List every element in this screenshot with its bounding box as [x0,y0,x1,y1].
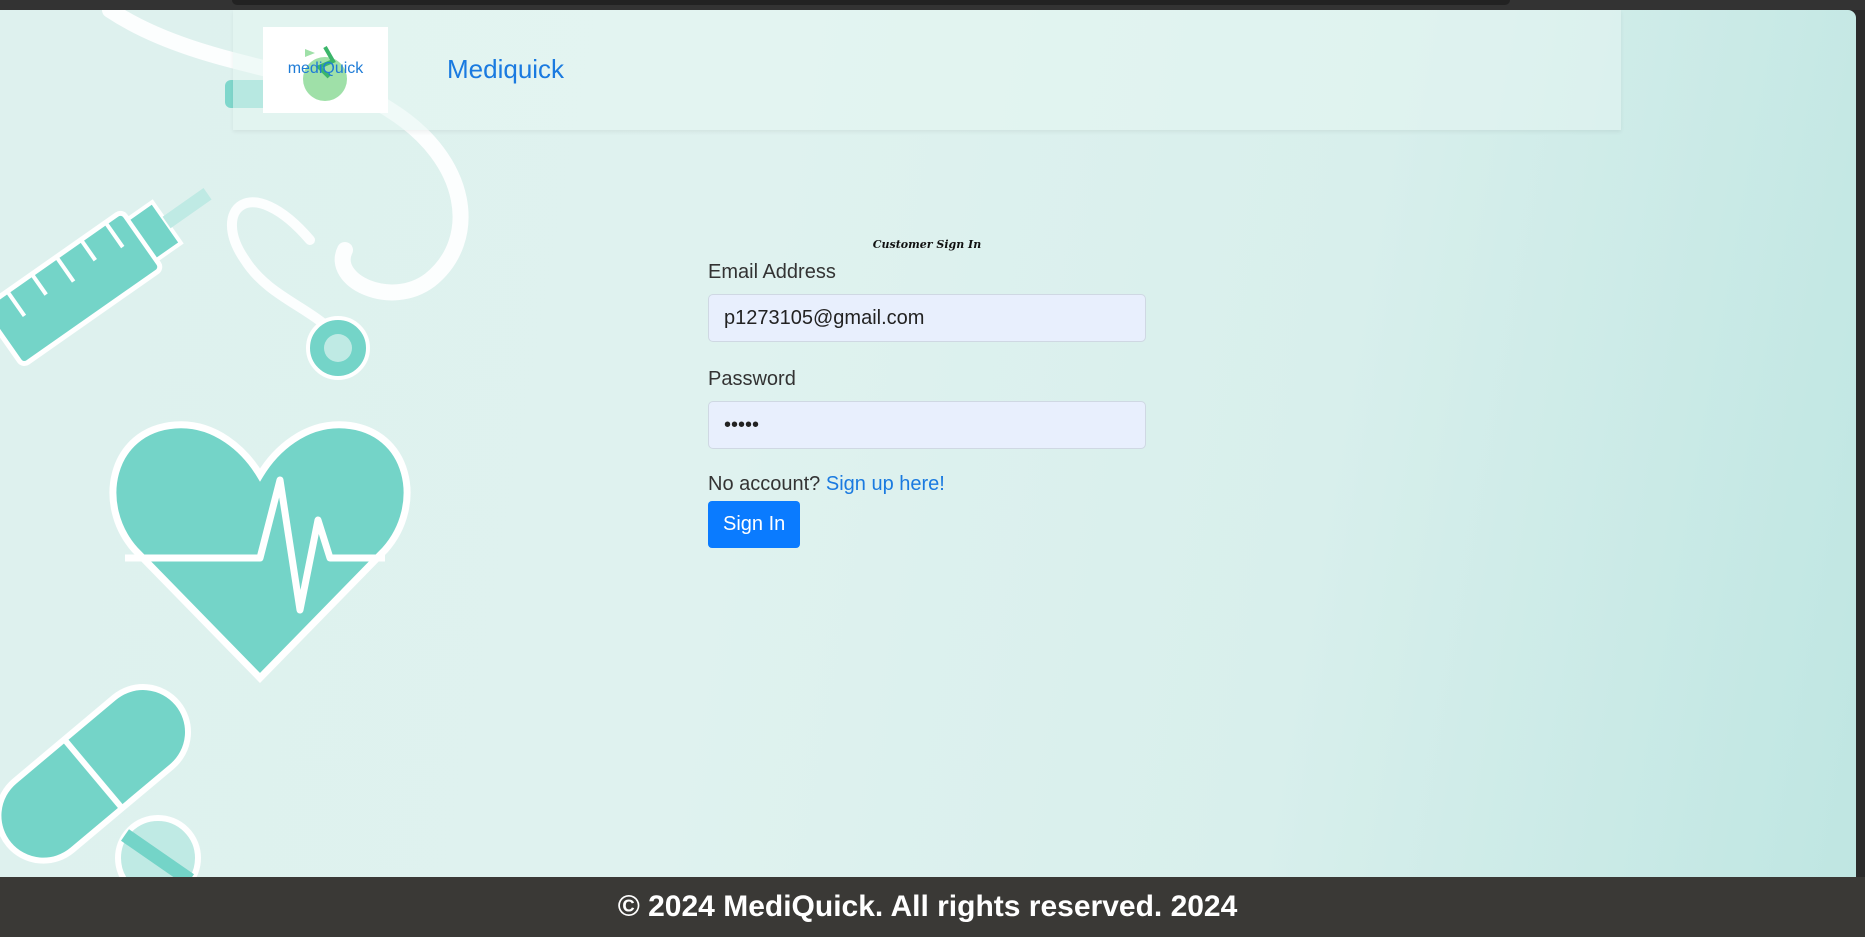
signup-prompt-line: No account? Sign up here! [708,473,1146,496]
logo-text: mediQuick [287,60,364,77]
signin-form: Customer Sign In Email Address Password … [708,238,1146,548]
footer: © 2024 MediQuick. All rights reserved. 2… [0,877,1865,937]
email-field[interactable] [708,294,1146,342]
medical-background-illustration [0,10,469,877]
page-viewport: mediQuick Mediquick Customer Sign In Ema… [0,10,1856,877]
signup-prompt: No account? [708,473,821,495]
window-edge [1856,10,1865,877]
password-field[interactable] [708,401,1146,449]
footer-text: © 2024 MediQuick. All rights reserved. 2… [617,890,1238,923]
signup-link[interactable]: Sign up here! [826,473,945,495]
form-title: Customer Sign In [872,238,982,251]
sign-in-button[interactable]: Sign In [708,501,801,548]
logo[interactable]: mediQuick [263,27,388,113]
password-label: Password [708,368,796,390]
email-label: Email Address [708,261,836,283]
browser-top-strip [0,0,1865,10]
navbar: mediQuick Mediquick [233,10,1621,130]
brand-link[interactable]: Mediquick [447,54,564,85]
